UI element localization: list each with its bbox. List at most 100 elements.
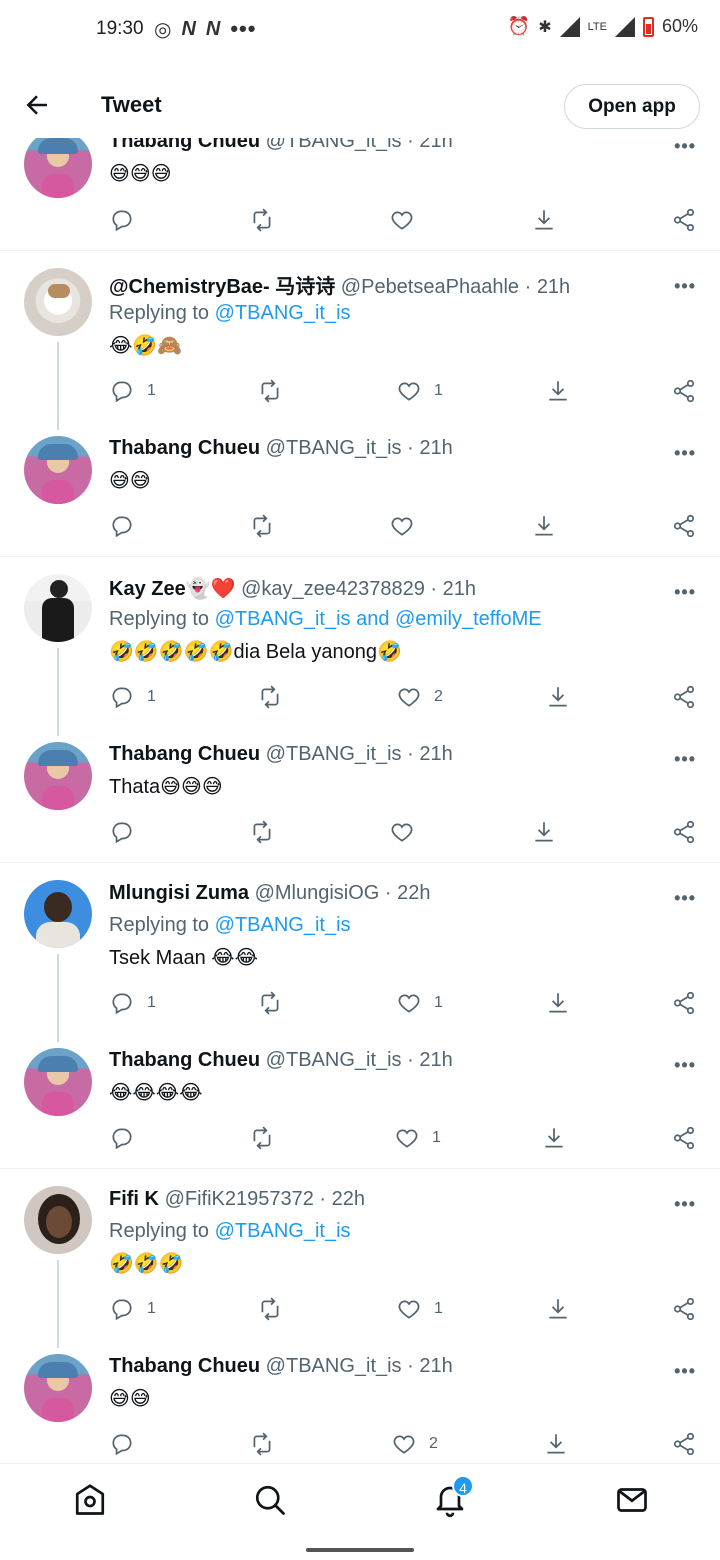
- display-name[interactable]: Kay Zee👻❤️: [109, 578, 236, 600]
- mention-link[interactable]: @TBANG_it_is and @emily_teffoME: [215, 608, 542, 630]
- reply-button[interactable]: 1: [109, 1294, 156, 1324]
- more-options-icon[interactable]: •••: [674, 276, 696, 297]
- avatar[interactable]: [24, 1186, 92, 1254]
- reply-button[interactable]: [109, 817, 147, 847]
- share-button[interactable]: [671, 205, 697, 235]
- avatar[interactable]: [24, 1048, 92, 1116]
- save-button[interactable]: [545, 988, 571, 1018]
- reply-button[interactable]: 1: [109, 988, 156, 1018]
- display-name[interactable]: Thabang Chueu: [109, 1355, 260, 1377]
- like-button[interactable]: 1: [396, 376, 443, 406]
- display-name[interactable]: @ChemistryBae- 马诗诗: [109, 276, 335, 298]
- retweet-button[interactable]: [257, 376, 283, 406]
- open-app-button[interactable]: Open app: [564, 84, 700, 129]
- retweet-button[interactable]: [257, 1294, 283, 1324]
- avatar[interactable]: [24, 742, 92, 810]
- more-options-icon[interactable]: •••: [674, 888, 696, 909]
- timestamp: 21h: [419, 1049, 453, 1071]
- retweet-button[interactable]: [249, 817, 275, 847]
- display-name[interactable]: Thabang Chueu: [109, 743, 260, 765]
- share-button[interactable]: [671, 1429, 697, 1459]
- reply-button[interactable]: [109, 205, 147, 235]
- timestamp: 22h: [397, 882, 431, 904]
- status-bar: 19:30 ◎ N N ••• ⏰ ✱ LTE 60%: [0, 0, 720, 60]
- like-button[interactable]: 2: [396, 682, 443, 712]
- save-button[interactable]: [545, 376, 571, 406]
- share-button[interactable]: [671, 1294, 697, 1324]
- avatar[interactable]: [24, 1354, 92, 1422]
- save-button[interactable]: [531, 817, 557, 847]
- share-icon: [673, 820, 695, 844]
- avatar[interactable]: [24, 268, 92, 336]
- handle[interactable]: @TBANG_it_is: [266, 1355, 402, 1377]
- share-button[interactable]: [671, 988, 697, 1018]
- display-name[interactable]: Mlungisi Zuma: [109, 882, 249, 904]
- handle[interactable]: @MlungisiOG: [255, 882, 380, 904]
- share-button[interactable]: [671, 682, 697, 712]
- more-options-icon[interactable]: •••: [674, 1055, 696, 1076]
- like-button[interactable]: [389, 511, 427, 541]
- retweet-button[interactable]: [249, 1429, 275, 1459]
- reply-button[interactable]: 1: [109, 376, 156, 406]
- tweet-text: 😅😅😅: [109, 163, 172, 185]
- like-button[interactable]: 1: [394, 1123, 441, 1153]
- more-options-icon[interactable]: •••: [674, 1194, 696, 1215]
- save-button[interactable]: [531, 511, 557, 541]
- handle[interactable]: @TBANG_it_is: [266, 1049, 402, 1071]
- save-button[interactable]: [531, 205, 557, 235]
- like-button[interactable]: [389, 205, 427, 235]
- display-name[interactable]: Thabang Chueu: [109, 1049, 260, 1071]
- like-button[interactable]: [389, 817, 427, 847]
- display-name[interactable]: Thabang Chueu: [109, 437, 260, 459]
- more-notifications-icon: •••: [230, 16, 257, 41]
- mention-link[interactable]: @TBANG_it_is: [215, 1220, 351, 1242]
- like-button[interactable]: 1: [396, 1294, 443, 1324]
- reply-button[interactable]: [109, 1123, 147, 1153]
- handle[interactable]: @kay_zee42378829: [241, 578, 425, 600]
- retweet-button[interactable]: [249, 511, 275, 541]
- handle[interactable]: @PebetseaPhaahle: [341, 276, 519, 298]
- like-button[interactable]: 1: [396, 988, 443, 1018]
- save-button[interactable]: [543, 1429, 569, 1459]
- reply-button[interactable]: 1: [109, 682, 156, 712]
- action-bar: 1 1: [109, 376, 699, 406]
- gesture-bar: [306, 1548, 414, 1552]
- alarm-icon: ⏰: [507, 16, 531, 36]
- share-button[interactable]: [671, 1123, 697, 1153]
- retweet-button[interactable]: [257, 988, 283, 1018]
- share-button[interactable]: [671, 817, 697, 847]
- retweet-button[interactable]: [249, 1123, 275, 1153]
- more-options-icon[interactable]: •••: [674, 582, 696, 603]
- display-name[interactable]: Fifi K: [109, 1188, 159, 1210]
- handle[interactable]: @TBANG_it_is: [266, 743, 402, 765]
- like-button[interactable]: 2: [391, 1429, 438, 1459]
- share-button[interactable]: [671, 376, 697, 406]
- avatar[interactable]: [24, 130, 92, 198]
- mention-link[interactable]: @TBANG_it_is: [215, 914, 351, 936]
- share-button[interactable]: [671, 511, 697, 541]
- more-options-icon[interactable]: •••: [674, 136, 696, 157]
- avatar[interactable]: [24, 436, 92, 504]
- avatar[interactable]: [24, 880, 92, 948]
- save-button[interactable]: [541, 1123, 567, 1153]
- netflix-icon: N: [181, 17, 196, 40]
- reply-button[interactable]: [109, 511, 147, 541]
- handle[interactable]: @FifiK21957372: [165, 1188, 314, 1210]
- save-button[interactable]: [545, 1294, 571, 1324]
- more-options-icon[interactable]: •••: [674, 749, 696, 770]
- messages-icon[interactable]: [614, 1482, 650, 1518]
- retweet-button[interactable]: [249, 205, 275, 235]
- avatar[interactable]: [24, 574, 92, 642]
- reply-button[interactable]: [109, 1429, 147, 1459]
- mention-link[interactable]: @TBANG_it_is: [215, 302, 351, 324]
- home-icon[interactable]: [72, 1482, 108, 1518]
- save-button[interactable]: [545, 682, 571, 712]
- more-options-icon[interactable]: •••: [674, 1361, 696, 1382]
- retweet-button[interactable]: [257, 682, 283, 712]
- replying-to: Replying to @TBANG_it_is and @emily_teff…: [109, 608, 542, 630]
- timestamp: 21h: [536, 276, 571, 298]
- search-icon[interactable]: [252, 1482, 288, 1518]
- back-arrow-icon[interactable]: [22, 90, 52, 120]
- more-options-icon[interactable]: •••: [674, 443, 696, 464]
- handle[interactable]: @TBANG_it_is: [266, 437, 402, 459]
